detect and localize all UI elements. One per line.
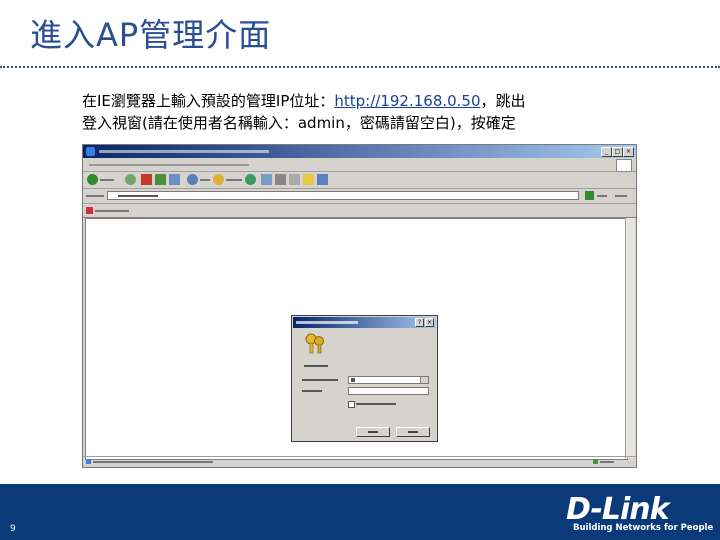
keys-icon — [305, 333, 324, 354]
go-label — [597, 195, 607, 197]
links-label[interactable] — [615, 195, 627, 197]
maximize-button[interactable]: □ — [612, 147, 623, 157]
address-bar — [83, 189, 636, 204]
chevron-down-icon[interactable] — [420, 377, 428, 383]
menu-items[interactable] — [89, 164, 249, 166]
windows-logo-icon — [616, 159, 632, 172]
back-icon[interactable] — [87, 174, 98, 185]
ie-icon — [86, 147, 95, 156]
password-field[interactable] — [348, 387, 429, 395]
instruction-line-2: 登入視窗(請在使用者名稱輸入：admin，密碼請留空白)，按確定 — [82, 114, 516, 132]
media-icon[interactable] — [245, 174, 256, 185]
dialog-realm — [304, 365, 328, 367]
folder-icon[interactable] — [303, 174, 314, 185]
links-item[interactable] — [95, 210, 129, 212]
slide-title: 進入AP管理介面 — [30, 16, 272, 54]
page-icon — [86, 459, 91, 464]
browser-toolbar — [83, 172, 636, 189]
address-input[interactable] — [107, 191, 579, 200]
messenger-icon[interactable] — [317, 174, 328, 185]
bookmark-icon — [86, 207, 93, 214]
user-icon — [351, 378, 355, 382]
dialog-title-text — [296, 321, 358, 324]
help-button[interactable]: ? — [415, 318, 424, 327]
print-icon[interactable] — [275, 174, 286, 185]
title-divider — [0, 66, 720, 68]
ok-button[interactable] — [356, 427, 390, 437]
search-icon[interactable] — [187, 174, 198, 185]
dlink-logo: D-Link — [566, 492, 670, 527]
status-text — [93, 461, 213, 463]
links-bar — [83, 204, 636, 218]
browser-content-area: ? × — [85, 218, 628, 460]
username-field[interactable] — [348, 376, 429, 384]
page-number: 9 — [10, 524, 16, 534]
footer-band: 9 D-Link Building Networks for People — [0, 484, 720, 540]
dialog-close-button[interactable]: × — [425, 318, 434, 327]
edit-icon[interactable] — [289, 174, 300, 185]
password-label — [302, 390, 322, 392]
zone-icon — [593, 459, 598, 464]
minimize-button[interactable]: _ — [601, 147, 612, 157]
go-icon[interactable] — [585, 191, 594, 200]
browser-screenshot: _ □ × ? × — [82, 144, 637, 468]
instruction-text-tail: ，跳出 — [480, 92, 526, 110]
vertical-scrollbar[interactable] — [625, 218, 635, 458]
zone-label — [600, 461, 614, 463]
stop-icon[interactable] — [141, 174, 152, 185]
router-url-link[interactable]: http://192.168.0.50 — [334, 92, 480, 110]
remember-password-label — [356, 403, 396, 405]
mail-icon[interactable] — [261, 174, 272, 185]
browser-title-text — [99, 150, 269, 153]
browser-menubar — [83, 159, 636, 172]
instruction-text: 在IE瀏覽器上輸入預設的管理IP位址： — [82, 92, 335, 110]
remember-password-checkbox[interactable] — [348, 401, 355, 408]
back-label — [100, 179, 114, 181]
status-bar — [83, 456, 636, 467]
home-icon[interactable] — [169, 174, 180, 185]
login-dialog: ? × — [291, 315, 438, 442]
search-label — [200, 179, 210, 181]
instruction-line-1: 在IE瀏覽器上輸入預設的管理IP位址：http://192.168.0.50，跳… — [82, 90, 526, 111]
browser-titlebar: _ □ × — [83, 145, 636, 158]
address-label — [86, 195, 104, 197]
favorites-icon[interactable] — [213, 174, 224, 185]
dialog-titlebar: ? × — [293, 317, 436, 328]
cancel-button[interactable] — [396, 427, 430, 437]
close-button[interactable]: × — [623, 147, 634, 157]
refresh-icon[interactable] — [155, 174, 166, 185]
forward-icon[interactable] — [125, 174, 136, 185]
username-label — [302, 379, 338, 381]
dlink-tagline: Building Networks for People — [573, 523, 714, 533]
favorites-label — [226, 179, 242, 181]
